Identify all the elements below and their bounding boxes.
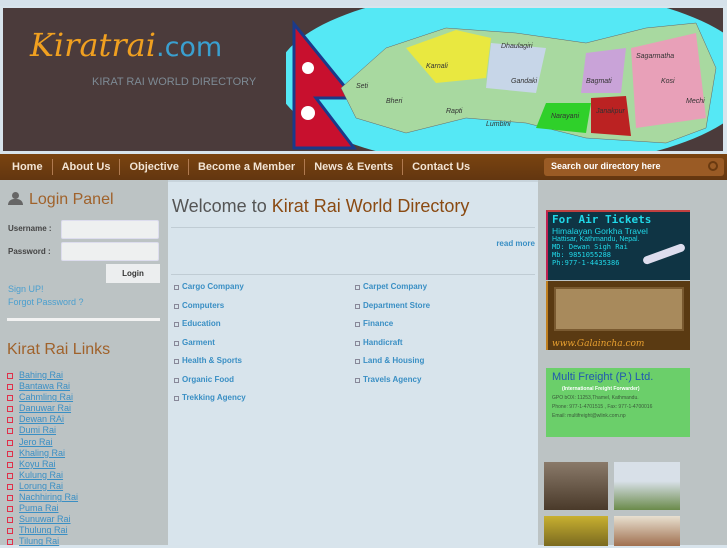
rai-link[interactable]: Tilung Rai — [7, 536, 78, 547]
photo-thumbnail[interactable] — [544, 462, 608, 510]
search-icon[interactable] — [708, 161, 718, 171]
username-field[interactable] — [61, 220, 159, 239]
rai-link[interactable]: Kulung Rai — [7, 470, 78, 481]
freight-pobox: GPO bOX: 11253,Thamel, Kathmandu. — [552, 395, 639, 401]
welcome-text: Welcome to — [172, 196, 272, 216]
rai-link[interactable]: Danuwar Rai — [7, 403, 78, 414]
air-ad-address: Hattisar, Kathmandu, Nepal. — [552, 236, 640, 243]
freight-name: Multi Freight (P.) Ltd. — [552, 371, 654, 383]
category-link[interactable]: Garment — [174, 338, 215, 347]
nav-become-member[interactable]: Become a Member — [189, 159, 306, 175]
category-link[interactable]: Travels Agency — [355, 375, 421, 384]
photo-thumbnail[interactable] — [614, 462, 680, 510]
rai-link[interactable]: Khaling Rai — [7, 448, 78, 459]
map-label: Bagmati — [586, 78, 612, 85]
header-banner: Kiratrai.com KIRAT RAI WORLD DIRECTORY S… — [3, 8, 723, 151]
map-label: Sagarmatha — [636, 53, 674, 60]
rai-link[interactable]: Bantawa Rai — [7, 381, 78, 392]
map-label: Narayani — [551, 113, 579, 120]
category-link[interactable]: Trekking Agency — [174, 393, 246, 402]
search-input[interactable]: Search our directory here — [544, 158, 724, 176]
rai-link[interactable]: Lorung Rai — [7, 481, 78, 492]
logo-suffix: .com — [155, 32, 223, 63]
galaincha-url: www.Galaincha.com — [552, 339, 645, 349]
air-ad-phone: Ph:977-1-4435386 — [552, 259, 620, 267]
category-link[interactable]: Land & Housing — [355, 356, 424, 365]
air-tickets-ad[interactable]: For Air Tickets Himalayan Gorkha Travel … — [546, 210, 690, 280]
search-placeholder: Search our directory here — [551, 161, 661, 171]
map-label: Lumbini — [486, 121, 511, 128]
category-link[interactable]: Health & Sports — [174, 356, 242, 365]
forgot-password-link[interactable]: Forgot Password ? — [8, 297, 84, 307]
rai-link[interactable]: Dewan RAi — [7, 414, 78, 425]
links-title: Kirat Rai Links — [7, 341, 111, 358]
divider — [171, 227, 535, 228]
nav-about-us[interactable]: About Us — [53, 159, 121, 175]
nav-contact-us[interactable]: Contact Us — [403, 159, 479, 175]
kirat-rai-links: Bahing Rai Bantawa Rai Cahmling Rai Danuwar… — [7, 370, 78, 548]
main-content: Welcome to Kirat Rai World Directory rea… — [168, 180, 538, 545]
top-stripe — [0, 0, 727, 6]
rai-link[interactable]: Sunuwar Rai — [7, 514, 78, 525]
category-link[interactable]: Cargo Company — [174, 282, 244, 291]
category-link[interactable]: Handicraft — [355, 338, 403, 347]
rai-link[interactable]: Dumi Rai — [7, 425, 78, 436]
photo-thumbnail[interactable] — [614, 516, 680, 546]
nav-news-events[interactable]: News & Events — [305, 159, 404, 175]
nav-objective[interactable]: Objective — [120, 159, 189, 175]
map-label: Rapti — [446, 108, 463, 115]
rai-link[interactable]: Bahing Rai — [7, 370, 78, 381]
map-label: Seti — [356, 83, 369, 90]
air-ad-title: For Air Tickets — [552, 213, 652, 226]
category-link[interactable]: Finance — [355, 319, 393, 328]
category-link[interactable]: Education — [174, 319, 221, 328]
map-label: Gandaki — [511, 78, 538, 85]
main-nav: Home About Us Objective Become a Member … — [0, 154, 727, 180]
map-label: Kosi — [661, 78, 675, 85]
map-label: Mechi — [686, 98, 705, 105]
page-title: Welcome to Kirat Rai World Directory — [172, 196, 469, 217]
divider — [171, 274, 535, 275]
rai-link[interactable]: Nachhiring Rai — [7, 492, 78, 503]
divider — [7, 318, 160, 321]
air-ad-company: Himalayan Gorkha Travel — [552, 226, 648, 236]
freight-phone: Phone: 977-1-4701515 , Fax: 977-1-470001… — [552, 404, 653, 410]
map-label: Bheri — [386, 98, 403, 105]
category-link[interactable]: Organic Food — [174, 375, 234, 384]
right-sidebar: For Air Tickets Himalayan Gorkha Travel … — [538, 180, 727, 546]
rai-link[interactable]: Puma Rai — [7, 503, 78, 514]
map-label: Dhaulagiri — [501, 43, 533, 50]
photo-thumbnail[interactable] — [544, 516, 608, 546]
site-title: Kirat Rai World Directory — [271, 196, 470, 216]
category-link[interactable]: Carpet Company — [355, 282, 427, 291]
site-logo[interactable]: Kiratrai.com — [30, 26, 222, 64]
freight-email: Email: multifreight@wlink.com.np — [552, 413, 626, 419]
user-icon — [8, 192, 23, 205]
galaincha-ad[interactable]: www.Galaincha.com — [546, 281, 690, 350]
carpet-image — [554, 287, 684, 331]
rai-link[interactable]: Jero Rai — [7, 437, 78, 448]
tagline: KIRAT RAI WORLD DIRECTORY — [92, 76, 257, 88]
signup-link[interactable]: Sign UP! — [8, 284, 44, 294]
category-link[interactable]: Computers — [174, 301, 224, 310]
logo-text: Kiratrai — [30, 26, 156, 64]
map-label: Janakpur — [595, 108, 625, 115]
username-label: Username : — [8, 224, 52, 233]
category-link[interactable]: Department Store — [355, 301, 430, 310]
login-panel-title: Login Panel — [29, 191, 114, 208]
password-field[interactable] — [61, 242, 159, 261]
nepal-map-image: Seti Bheri Karnali Rapti Dhaulagiri Gand… — [286, 8, 723, 151]
multi-freight-ad[interactable]: Multi Freight (P.) Ltd. (International F… — [546, 368, 690, 437]
freight-sub: (International Freight Forwarder) — [562, 386, 640, 392]
login-button[interactable]: Login — [106, 264, 160, 283]
password-label: Password : — [8, 247, 51, 256]
rai-link[interactable]: Cahmling Rai — [7, 392, 78, 403]
rai-link[interactable]: Thulung Rai — [7, 525, 78, 536]
left-sidebar: Login Panel Username : Password : Login … — [0, 180, 168, 548]
rai-link[interactable]: Koyu Rai — [7, 459, 78, 470]
read-more-link[interactable]: read more — [496, 239, 535, 248]
map-label: Karnali — [426, 63, 448, 70]
nav-home[interactable]: Home — [3, 159, 53, 175]
